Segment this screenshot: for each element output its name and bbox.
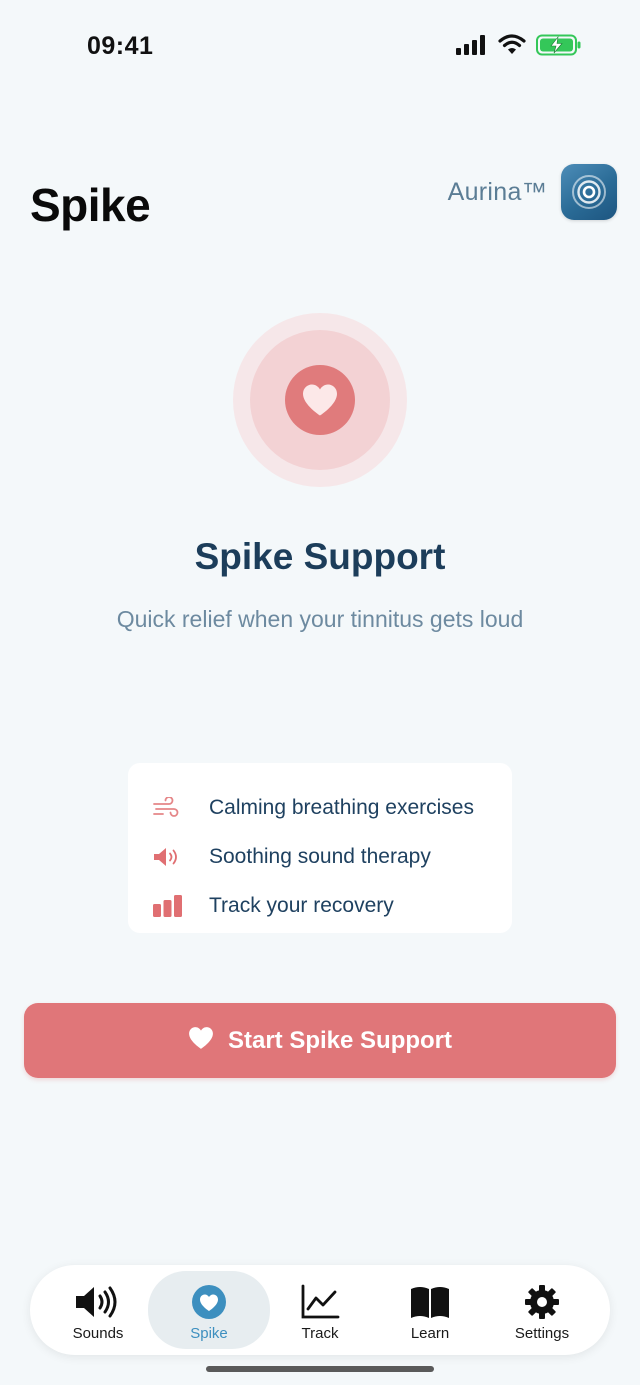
status-time: 09:41: [87, 32, 154, 60]
feature-item: Soothing sound therapy: [152, 832, 512, 881]
cellular-signal-icon: [456, 34, 488, 60]
brand-name: Aurina™: [447, 177, 547, 206]
speaker-icon: [152, 843, 184, 871]
tab-label: Spike: [190, 1325, 228, 1342]
bar-chart-icon: [152, 892, 184, 920]
tab-label: Track: [301, 1325, 339, 1342]
features-card: Calming breathing exercises Soothing sou…: [128, 763, 512, 933]
tab-label: Learn: [410, 1325, 450, 1342]
concentric-rings-icon: [561, 164, 617, 220]
feature-item: Calming breathing exercises: [152, 783, 512, 832]
heart-icon: [285, 365, 355, 435]
battery-charging-icon: [536, 34, 582, 61]
home-indicator[interactable]: [206, 1366, 434, 1372]
start-spike-support-button[interactable]: Start Spike Support: [24, 1003, 616, 1078]
tab-learn[interactable]: Learn: [369, 1271, 491, 1349]
heart-icon: [188, 1026, 214, 1055]
feature-label: Track your recovery: [209, 893, 394, 917]
feature-item: Track your recovery: [152, 881, 512, 930]
speaker-icon: [74, 1283, 122, 1321]
cta-label: Start Spike Support: [227, 1026, 453, 1054]
tab-bar: Sounds Spike Track Learn Settings: [30, 1265, 610, 1355]
heart-circle-icon: [191, 1283, 227, 1321]
tab-track[interactable]: Track: [259, 1271, 381, 1349]
spike-screen: 09:41 Spike Aurina™ Spike Support Quick …: [0, 0, 640, 1385]
line-chart-icon: [300, 1283, 340, 1321]
brand-link[interactable]: Aurina™: [448, 164, 617, 220]
hero-title: Spike Support: [194, 536, 446, 577]
tab-label: Settings: [514, 1325, 570, 1342]
status-bar: 09:41: [0, 0, 640, 95]
hero-subtitle: Quick relief when your tinnitus gets lou…: [116, 606, 524, 632]
gear-icon: [524, 1283, 560, 1321]
tab-settings[interactable]: Settings: [481, 1271, 603, 1349]
wind-icon: [152, 794, 184, 822]
tab-spike[interactable]: Spike: [148, 1271, 270, 1349]
tab-label: Sounds: [72, 1325, 124, 1342]
feature-label: Soothing sound therapy: [209, 844, 431, 868]
tab-sounds[interactable]: Sounds: [37, 1271, 159, 1349]
wifi-icon: [498, 34, 526, 60]
feature-label: Calming breathing exercises: [209, 795, 474, 819]
book-icon: [409, 1283, 451, 1321]
page-title: Spike: [30, 179, 151, 231]
status-icons: [456, 34, 582, 60]
